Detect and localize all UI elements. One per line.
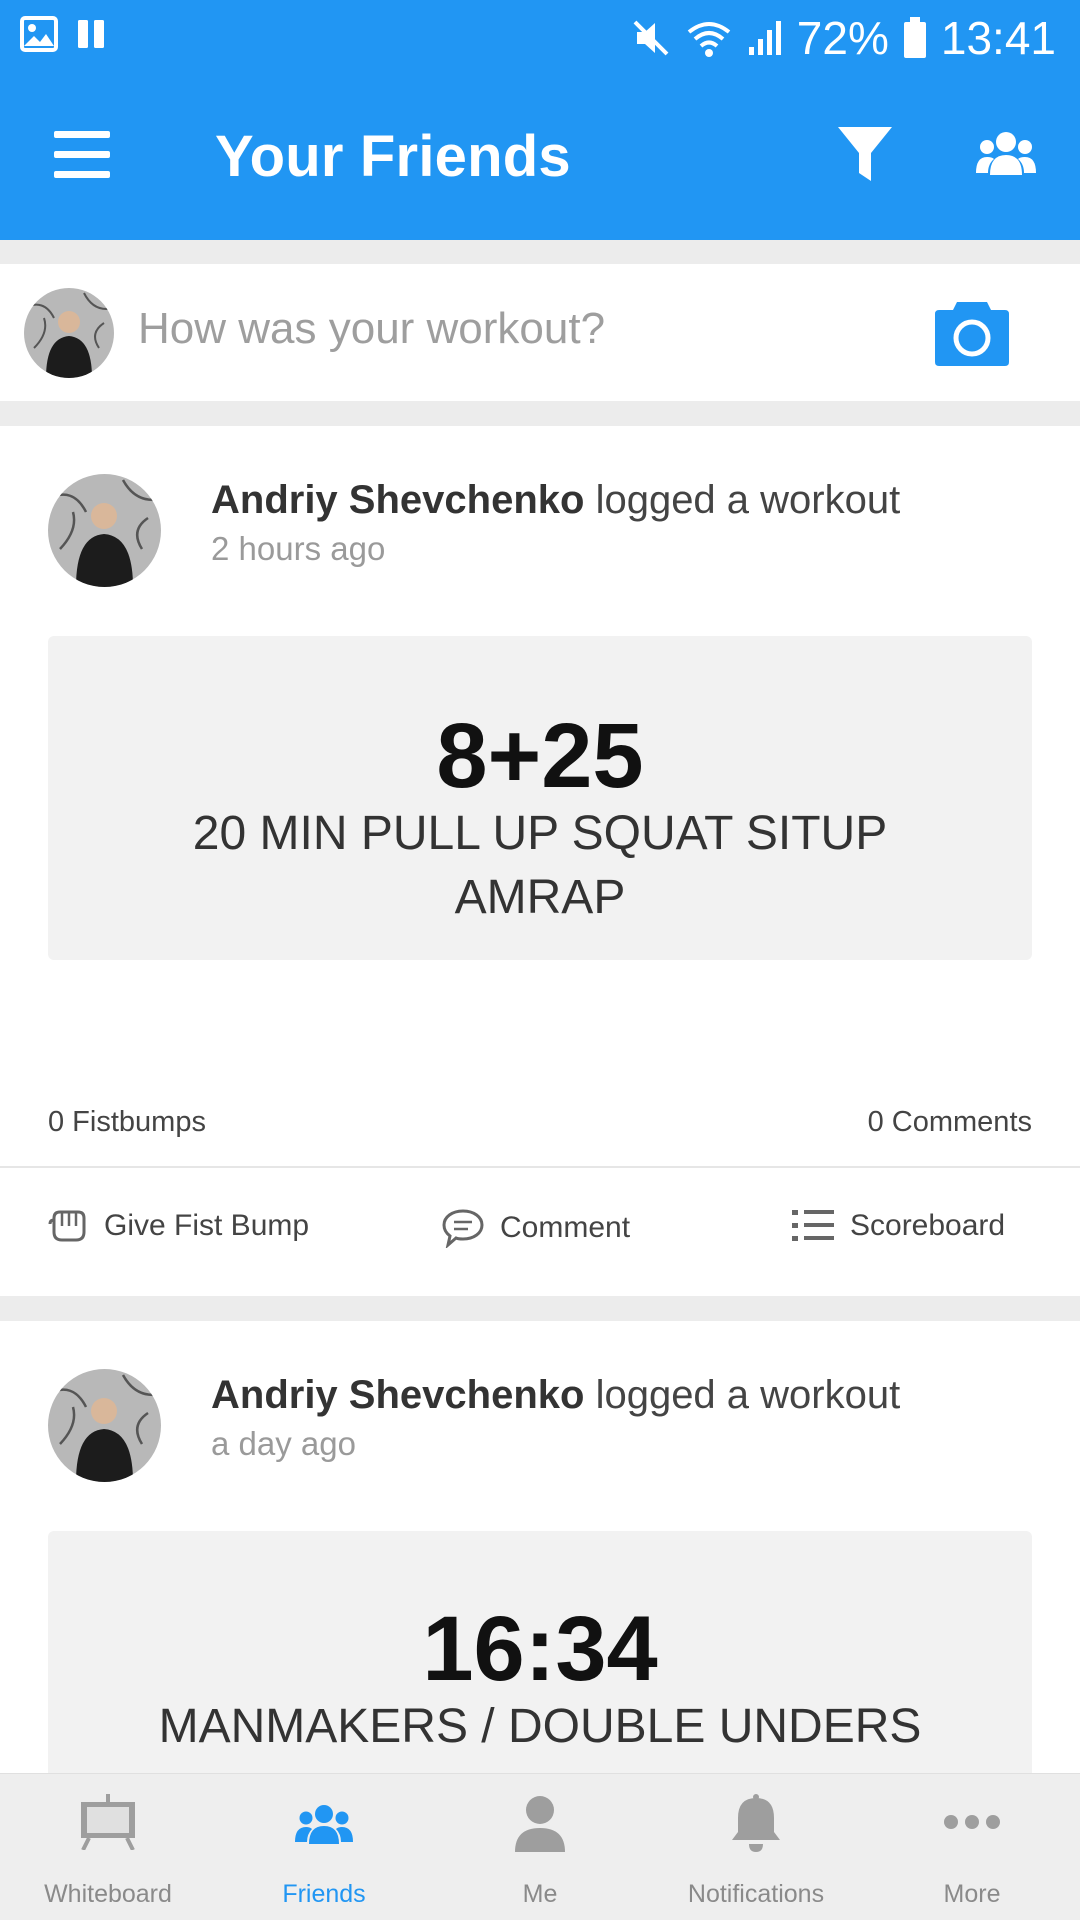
feed-card[interactable]: Andriy Shevchenko logged a workout 2 hou… <box>0 426 1080 1296</box>
filter-icon <box>838 127 892 181</box>
comments-count[interactable]: 0 Comments <box>868 1106 1032 1139</box>
post-actions: Give Fist Bump Comment Scoreboard <box>0 1168 1080 1296</box>
post-time: a day ago <box>211 1425 356 1462</box>
post-action: logged a workout <box>595 1373 901 1417</box>
post-composer[interactable]: How was your workout? <box>0 264 1080 401</box>
workout-name-line2: AMRAP <box>454 871 626 924</box>
status-right: 72% 13:41 <box>631 8 1056 68</box>
friends-icon <box>295 1805 353 1844</box>
workout-input[interactable]: How was your workout? <box>138 304 605 354</box>
battery-percent: 72% <box>796 12 889 64</box>
person-icon <box>515 1796 565 1852</box>
post-headline: Andriy Shevchenko logged a workout <box>211 478 900 523</box>
nav-item-me[interactable]: Me <box>432 1774 648 1920</box>
fist-icon <box>48 1210 86 1242</box>
post-action: logged a workout <box>595 478 901 522</box>
workout-name: MANMAKERS / DOUBLE UNDERS <box>158 1700 922 1753</box>
comment-button[interactable]: Comment <box>442 1208 630 1248</box>
avatar <box>24 288 114 378</box>
group-button[interactable] <box>976 131 1036 177</box>
menu-button[interactable] <box>52 127 112 183</box>
post-stats: 0 Fistbumps 0 Comments <box>48 1106 1032 1139</box>
signal-icon <box>748 21 781 55</box>
scoreboard-label: Scoreboard <box>850 1209 1006 1242</box>
workout-name: 20 MIN PULL UP SQUAT SITUP <box>192 807 888 860</box>
post-time: 2 hours ago <box>211 530 386 567</box>
page-title: Your Friends <box>215 124 571 189</box>
author-name[interactable]: Andriy Shevchenko <box>211 478 584 522</box>
nav-label-me: Me <box>522 1880 558 1908</box>
nav-item-notifications[interactable]: Notifications <box>648 1774 864 1920</box>
clock: 13:41 <box>940 12 1056 64</box>
workout-result[interactable]: 8+25 20 MIN PULL UP SQUAT SITUP AMRAP <box>48 636 1032 960</box>
nav-label-friends: Friends <box>282 1880 366 1908</box>
menu-icon <box>54 131 110 178</box>
screen: 72% 13:41 Your Friends How was your work… <box>0 0 1080 1920</box>
nav-item-more[interactable]: More <box>864 1774 1080 1920</box>
nav-item-friends[interactable]: Friends <box>216 1774 432 1920</box>
bell-icon <box>732 1794 780 1852</box>
result-score: 8+25 <box>436 705 644 807</box>
comment-label: Comment <box>500 1211 631 1244</box>
battery-icon <box>903 17 926 58</box>
group-icon <box>976 132 1036 175</box>
fistbumps-count[interactable]: 0 Fistbumps <box>48 1106 206 1138</box>
mute-icon <box>633 20 669 56</box>
author-name[interactable]: Andriy Shevchenko <box>211 1373 584 1417</box>
list-icon <box>792 1210 834 1241</box>
comment-icon <box>442 1209 484 1248</box>
post-headline: Andriy Shevchenko logged a workout <box>211 1373 900 1418</box>
status-bar: 72% 13:41 <box>0 0 1080 75</box>
more-icon <box>944 1815 1000 1829</box>
bottom-nav: Whiteboard Friends Me Notifications More <box>0 1773 1080 1920</box>
avatar <box>48 474 161 587</box>
camera-button[interactable] <box>935 300 1009 366</box>
give-fist-bump-button[interactable]: Give Fist Bump <box>48 1208 309 1244</box>
pause-notification-icon <box>78 20 104 48</box>
fist-bump-label: Give Fist Bump <box>104 1209 310 1242</box>
wifi-icon <box>687 22 731 57</box>
filter-button[interactable] <box>836 125 894 185</box>
nav-item-whiteboard[interactable]: Whiteboard <box>0 1774 216 1920</box>
result-score: 16:34 <box>422 1598 658 1700</box>
app-bar: Your Friends <box>0 75 1080 240</box>
whiteboard-icon <box>81 1794 135 1850</box>
status-left <box>20 16 106 52</box>
image-notification-icon <box>20 16 58 52</box>
avatar <box>48 1369 161 1482</box>
camera-icon <box>935 302 1009 366</box>
scoreboard-button[interactable]: Scoreboard <box>792 1208 1005 1244</box>
nav-label-more: More <box>943 1880 1001 1908</box>
nav-label-notifications: Notifications <box>687 1880 825 1908</box>
nav-label-whiteboard: Whiteboard <box>44 1880 172 1908</box>
